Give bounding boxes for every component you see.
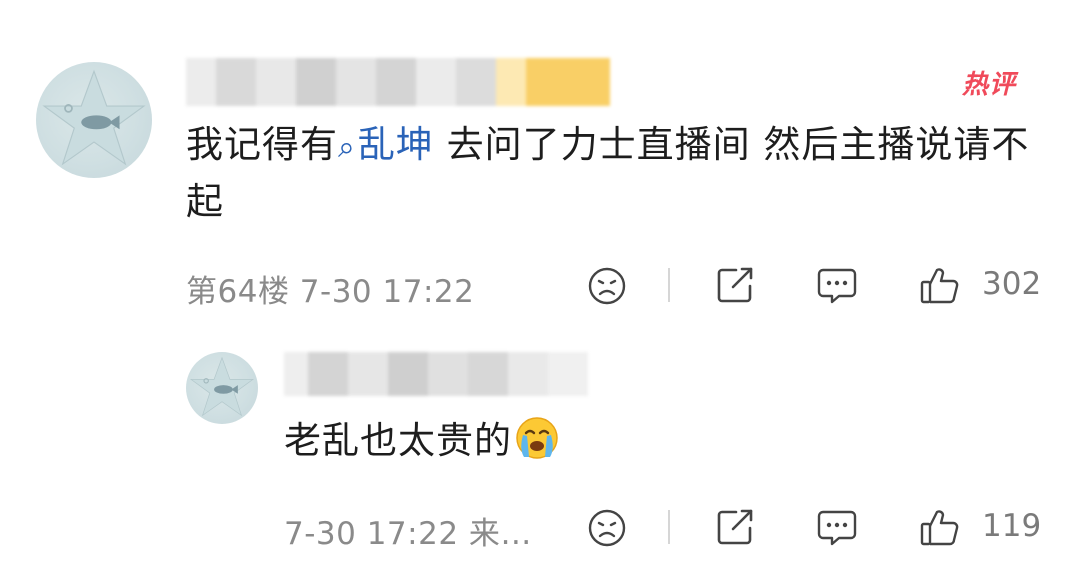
commenter-avatar[interactable] bbox=[36, 62, 152, 178]
thumbs-up-icon bbox=[920, 268, 959, 304]
dislike-button[interactable] bbox=[584, 264, 630, 308]
fish-star-avatar-icon bbox=[42, 69, 146, 166]
hot-comment-badge: 热评 bbox=[962, 70, 1017, 100]
sad-face-icon bbox=[588, 267, 626, 305]
crying-face-emoji-icon bbox=[514, 415, 560, 476]
fish-star-avatar-icon bbox=[189, 356, 255, 417]
share-icon bbox=[717, 509, 753, 545]
reply-like-button[interactable] bbox=[916, 504, 962, 550]
action-divider bbox=[668, 510, 670, 544]
reply-button[interactable] bbox=[814, 264, 860, 308]
commenter-username[interactable] bbox=[186, 58, 630, 106]
reply-reply-button[interactable] bbox=[814, 506, 860, 550]
search-icon: ⌕ bbox=[338, 130, 356, 165]
reply-avatar[interactable] bbox=[186, 352, 258, 424]
thumbs-up-icon bbox=[920, 510, 959, 546]
reply-like-count: 119 bbox=[982, 508, 1042, 544]
share-button[interactable] bbox=[712, 262, 758, 308]
comment-text: 我记得有⌕乱坤 去问了力士直播间 然后主播说请不起 bbox=[186, 118, 1036, 229]
comment-text-before: 我记得有 bbox=[186, 123, 338, 166]
reply-dislike-button[interactable] bbox=[584, 506, 630, 550]
sad-face-icon bbox=[588, 509, 626, 547]
reply-text-content: 老乱也太贵的 bbox=[284, 419, 512, 462]
like-count: 302 bbox=[982, 266, 1042, 302]
action-divider bbox=[668, 268, 670, 302]
share-icon bbox=[717, 267, 753, 303]
comment-bubble-icon bbox=[817, 510, 857, 546]
reply-text: 老乱也太贵的 bbox=[284, 414, 560, 476]
reply-meta: 7-30 17:22 来… bbox=[284, 516, 532, 552]
comment-meta: 第64楼 7-30 17:22 bbox=[186, 274, 475, 310]
topic-label: 乱坤 bbox=[357, 123, 434, 166]
topic-link[interactable]: ⌕乱坤 bbox=[338, 123, 434, 166]
reply-username[interactable] bbox=[284, 352, 588, 396]
like-button[interactable] bbox=[916, 262, 962, 308]
reply-share-button[interactable] bbox=[712, 504, 758, 550]
comment-bubble-icon bbox=[817, 268, 857, 304]
